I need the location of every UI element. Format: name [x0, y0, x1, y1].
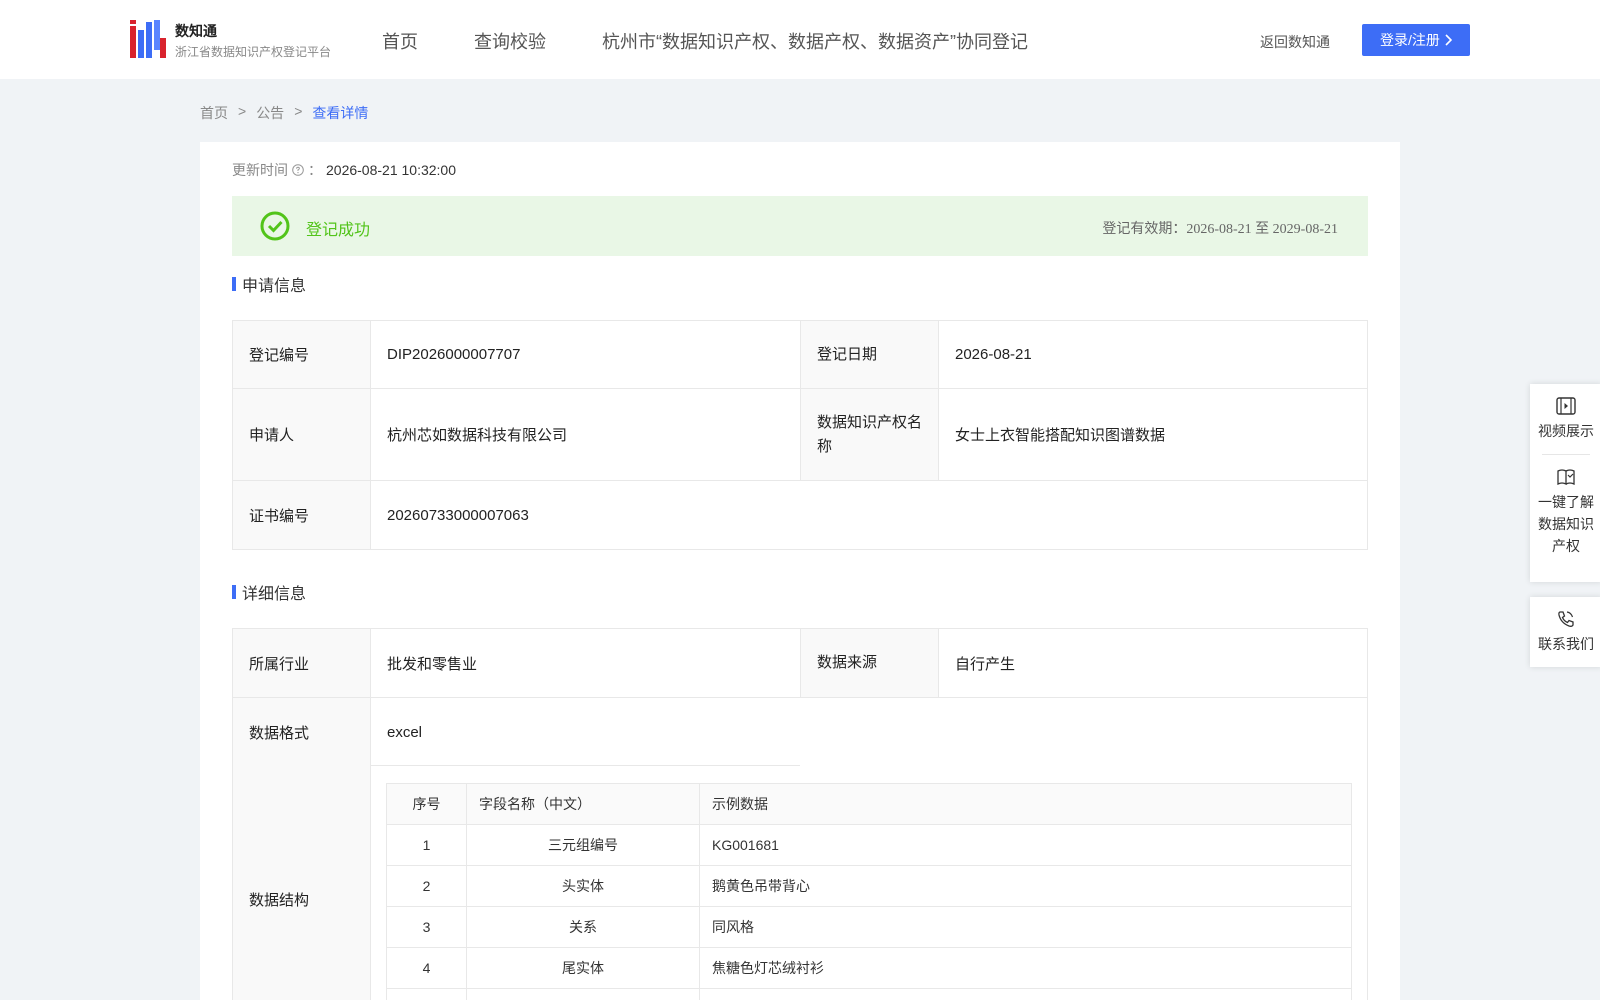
detail-table: 所属行业 批发和零售业 数据来源 自行产生 数据格式 excel	[232, 628, 1368, 767]
check-circle-icon	[260, 211, 290, 241]
section-bar	[232, 277, 236, 291]
section-application-title: 申请信息	[232, 272, 306, 296]
industry-value: 批发和零售业	[370, 628, 801, 698]
breadcrumb-home[interactable]: 首页	[200, 103, 228, 123]
top-header: 数知通 浙江省数据知识产权登记平台 首页 查询校验 杭州市“数据知识产权、数据产…	[0, 0, 1600, 79]
table-row: 1 三元组编号 KG001681	[386, 824, 1352, 866]
question-icon[interactable]	[292, 164, 304, 176]
video-icon	[1556, 397, 1576, 415]
reg-no-label: 登记编号	[232, 320, 371, 389]
chevron-right-icon	[1445, 34, 1452, 46]
learn-label-1: 一键了解	[1538, 494, 1594, 510]
update-sep: ：	[308, 162, 322, 178]
contact-us-button[interactable]: 联系我们	[1530, 597, 1600, 667]
reg-date-label: 登记日期	[800, 320, 939, 389]
cert-no-value: 20260733000007063	[370, 480, 1368, 550]
section-bar	[232, 585, 236, 599]
video-showcase-button[interactable]: 视频展示	[1530, 384, 1600, 454]
field-name: 三元组编号	[466, 824, 700, 866]
nav-query[interactable]: 查询校验	[474, 28, 546, 54]
section-detail-title: 详细信息	[232, 580, 306, 604]
reg-date-value: 2026-08-21	[938, 320, 1368, 389]
logo-icon	[130, 20, 166, 58]
field-sample: 鹅黄色吊带背心	[699, 865, 1352, 907]
field-sample: 同风格	[699, 906, 1352, 948]
field-no: 1	[386, 824, 467, 866]
applicant-value: 杭州芯如数据科技有限公司	[370, 388, 801, 481]
structure-label-cell: 数据结构	[232, 766, 371, 1000]
breadcrumb-notice[interactable]: 公告	[256, 103, 284, 123]
learn-more-button[interactable]: 一键了解 数据知识 产权	[1530, 455, 1600, 569]
col-name: 字段名称（中文）	[466, 783, 700, 825]
table-row: 2 头实体 鹅黄色吊带背心	[386, 865, 1352, 907]
source-label: 数据来源	[800, 628, 939, 698]
update-value: 2026-08-21 10:32:00	[326, 162, 456, 178]
field-sample: KG001681	[699, 824, 1352, 866]
source-value: 自行产生	[938, 628, 1368, 698]
structure-label: 数据结构	[249, 892, 310, 909]
table-row: 申请人 杭州芯如数据科技有限公司 数据知识产权名称 女士上衣智能搭配知识图谱数据	[232, 388, 1368, 481]
login-button[interactable]: 登录/注册	[1362, 24, 1470, 56]
table-row: 3 关系 同风格	[386, 906, 1352, 948]
table-row: 所属行业 批发和零售业 数据来源 自行产生	[232, 628, 1368, 698]
col-sample: 示例数据	[699, 783, 1352, 825]
phone-icon	[1558, 611, 1574, 627]
field-name	[466, 988, 700, 1000]
side-panel-bottom: 联系我们	[1530, 597, 1600, 667]
field-sample	[699, 988, 1352, 1000]
format-value: excel	[370, 697, 1368, 767]
learn-label-2: 数据知识	[1538, 516, 1594, 532]
back-link[interactable]: 返回数知通	[1260, 32, 1330, 52]
status-banner: 登记成功 登记有效期：2026-08-21 至 2029-08-21	[232, 196, 1368, 256]
detail-card: 更新时间 ： 2026-08-21 10:32:00 登记成功 登记有效期：20…	[200, 142, 1400, 1000]
reg-no-value: DIP2026000007707	[370, 320, 801, 389]
field-sample: 焦糖色灯芯绒衬衫	[699, 947, 1352, 989]
breadcrumb-current: 查看详情	[312, 105, 369, 121]
cert-no-label: 证书编号	[232, 480, 371, 550]
field-no: 2	[386, 865, 467, 907]
nav-home[interactable]: 首页	[382, 28, 418, 54]
status-text: 登记成功	[306, 222, 371, 239]
industry-label: 所属行业	[232, 628, 371, 698]
field-name: 尾实体	[466, 947, 700, 989]
ip-name-value: 女士上衣智能搭配知识图谱数据	[938, 388, 1368, 481]
field-no	[386, 988, 467, 1000]
field-no: 4	[386, 947, 467, 989]
table-row: 4 尾实体 焦糖色灯芯绒衬衫	[386, 947, 1352, 989]
login-label: 登录/注册	[1380, 32, 1440, 48]
book-icon	[1557, 469, 1575, 486]
applicant-label: 申请人	[232, 388, 371, 481]
table-row: 数据格式 excel	[232, 697, 1368, 767]
breadcrumb-sep: >	[238, 103, 247, 119]
breadcrumb: 首页 > 公告 > 查看详情	[200, 103, 368, 123]
logo-title: 数知通	[175, 23, 217, 39]
ip-name-label: 数据知识产权名称	[800, 388, 939, 481]
fields-header-row: 序号 字段名称（中文） 示例数据	[386, 783, 1352, 825]
update-label: 更新时间	[232, 162, 288, 178]
table-row	[386, 988, 1352, 1000]
logo-subtitle: 浙江省数据知识产权登记平台	[175, 45, 332, 59]
validity-period: 登记有效期：2026-08-21 至 2029-08-21	[1102, 222, 1338, 237]
format-label: 数据格式	[232, 697, 371, 767]
application-table: 登记编号 DIP2026000007707 登记日期 2026-08-21 申请…	[232, 320, 1368, 550]
section-title-text: 申请信息	[242, 278, 307, 295]
table-row: 证书编号 20260733000007063	[232, 480, 1368, 550]
field-no: 3	[386, 906, 467, 948]
update-time: 更新时间 ： 2026-08-21 10:32:00	[232, 160, 456, 180]
field-name: 头实体	[466, 865, 700, 907]
side-panel-top: 视频展示 一键了解 数据知识 产权	[1530, 384, 1600, 582]
section-title-text: 详细信息	[242, 586, 307, 603]
breadcrumb-sep: >	[294, 103, 303, 119]
nav-hangzhou-registration[interactable]: 杭州市“数据知识产权、数据产权、数据资产”协同登记	[602, 28, 1028, 54]
table-row: 登记编号 DIP2026000007707 登记日期 2026-08-21	[232, 320, 1368, 389]
col-no: 序号	[386, 783, 467, 825]
contact-label: 联系我们	[1538, 636, 1594, 652]
field-name: 关系	[466, 906, 700, 948]
fields-table: 序号 字段名称（中文） 示例数据 1 三元组编号 KG001681 2 头实体 …	[386, 783, 1352, 1000]
video-label: 视频展示	[1538, 423, 1594, 439]
learn-label-3: 产权	[1552, 538, 1580, 554]
